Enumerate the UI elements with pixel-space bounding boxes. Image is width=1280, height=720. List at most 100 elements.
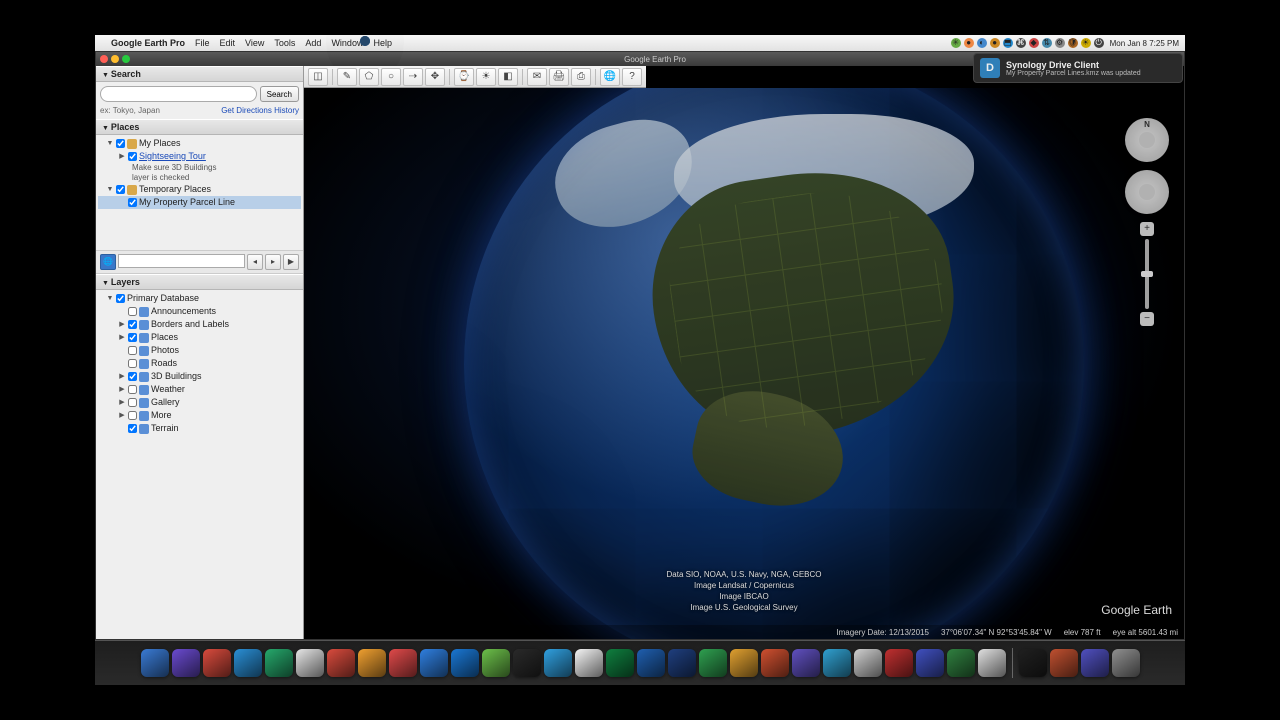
history-link[interactable]: History <box>274 106 299 115</box>
dock-app-5[interactable] <box>296 649 324 677</box>
tree-row[interactable]: ▼Primary Database <box>98 292 301 305</box>
tree-row[interactable]: My Property Parcel Line <box>98 196 301 209</box>
disclosure-icon[interactable]: ▼ <box>106 138 114 149</box>
places-prev-button[interactable]: ◂ <box>247 254 263 270</box>
toolbar-button-5[interactable]: ✥ <box>425 68 445 86</box>
dock-app-23[interactable] <box>854 649 882 677</box>
mac-dock[interactable] <box>95 640 1185 685</box>
toolbar-button-9[interactable]: ✉ <box>527 68 547 86</box>
disclosure-icon[interactable]: ▶ <box>118 319 126 330</box>
dock-app-3[interactable] <box>234 649 262 677</box>
zoom-thumb[interactable] <box>1141 271 1153 277</box>
toolbar-button-12[interactable]: 🌐 <box>600 68 620 86</box>
menu-view[interactable]: View <box>245 38 264 48</box>
tree-checkbox[interactable] <box>116 139 125 148</box>
dock-app-20[interactable] <box>761 649 789 677</box>
toolbar-button-4[interactable]: ⇢ <box>403 68 423 86</box>
menu-file[interactable]: File <box>195 38 210 48</box>
dock-app-8[interactable] <box>389 649 417 677</box>
zoom-slider[interactable] <box>1145 239 1149 309</box>
disclosure-icon[interactable]: ▶ <box>118 384 126 395</box>
dock-app-22[interactable] <box>823 649 851 677</box>
dock-app-24[interactable] <box>885 649 913 677</box>
tree-checkbox[interactable] <box>128 411 137 420</box>
tree-row[interactable]: ▶More <box>98 409 301 422</box>
dock-app-19[interactable] <box>730 649 758 677</box>
tree-checkbox[interactable] <box>128 320 137 329</box>
disclosure-icon[interactable]: ▶ <box>118 397 126 408</box>
dock-app-6[interactable] <box>327 649 355 677</box>
menubar-status-icons[interactable]: ✳●◐ ●⬒⌘ ◆⇅⚙ 🛡☀⏻ <box>951 38 1104 48</box>
tree-checkbox[interactable] <box>128 372 137 381</box>
dock-app-14[interactable] <box>575 649 603 677</box>
map-viewport[interactable]: ◫✎⬠○⇢✥⌚☀◧✉🖨⎙🌐? + <box>304 66 1184 639</box>
dock-app-7[interactable] <box>358 649 386 677</box>
tree-row[interactable]: ▶Borders and Labels <box>98 318 301 331</box>
toolbar-button-7[interactable]: ☀ <box>476 68 496 86</box>
dock-app-16[interactable] <box>637 649 665 677</box>
tree-row[interactable]: ▶Weather <box>98 383 301 396</box>
dock-app-4[interactable] <box>265 649 293 677</box>
dock-app-15[interactable] <box>606 649 634 677</box>
tree-checkbox[interactable] <box>128 152 137 161</box>
tree-checkbox[interactable] <box>128 346 137 355</box>
layers-tree[interactable]: ▼Primary DatabaseAnnouncements▶Borders a… <box>96 290 303 639</box>
tree-row[interactable]: Terrain <box>98 422 301 435</box>
menu-window[interactable]: Window <box>331 38 363 48</box>
layers-panel-header[interactable]: Layers <box>96 274 303 290</box>
minimize-icon[interactable] <box>111 55 119 63</box>
tree-row[interactable]: ▼My Places <box>98 137 301 150</box>
toolbar-button-2[interactable]: ⬠ <box>359 68 379 86</box>
menu-add[interactable]: Add <box>305 38 321 48</box>
dock-app-17[interactable] <box>668 649 696 677</box>
close-icon[interactable] <box>100 55 108 63</box>
tree-checkbox[interactable] <box>128 398 137 407</box>
search-input[interactable] <box>100 86 257 102</box>
tree-row[interactable]: Announcements <box>98 305 301 318</box>
toolbar-button-3[interactable]: ○ <box>381 68 401 86</box>
places-tree[interactable]: ▼My Places▶Sightseeing TourMake sure 3D … <box>96 135 303 250</box>
dock-app-28[interactable] <box>1019 649 1047 677</box>
toolbar-button-13[interactable]: ? <box>622 68 642 86</box>
tree-row[interactable]: ▶Gallery <box>98 396 301 409</box>
zoom-in-button[interactable]: + <box>1140 222 1154 236</box>
zoom-icon[interactable] <box>122 55 130 63</box>
toolbar-button-6[interactable]: ⌚ <box>454 68 474 86</box>
menubar-app-name[interactable]: Google Earth Pro <box>111 38 185 48</box>
menu-help[interactable]: Help <box>373 38 392 48</box>
places-next-button[interactable]: ▸ <box>265 254 281 270</box>
globe-canvas[interactable]: + − Data SIO, NOAA, U.S. Navy, NGA, GEBC… <box>304 88 1184 639</box>
dock-app-27[interactable] <box>978 649 1006 677</box>
dock-app-0[interactable] <box>141 649 169 677</box>
places-find-input[interactable] <box>118 254 245 268</box>
tree-checkbox[interactable] <box>128 333 137 342</box>
tree-checkbox[interactable] <box>128 359 137 368</box>
tree-checkbox[interactable] <box>128 385 137 394</box>
pan-control[interactable] <box>1125 170 1169 214</box>
dock-app-26[interactable] <box>947 649 975 677</box>
tree-row[interactable]: Photos <box>98 344 301 357</box>
globe[interactable] <box>464 88 1084 639</box>
menu-edit[interactable]: Edit <box>220 38 236 48</box>
tree-checkbox[interactable] <box>128 307 137 316</box>
compass-control[interactable] <box>1125 118 1169 162</box>
get-directions-link[interactable]: Get Directions <box>221 106 272 115</box>
window-traffic-lights[interactable] <box>100 55 130 63</box>
places-play-button[interactable]: ▶ <box>283 254 299 270</box>
notification-banner[interactable]: D Synology Drive Client My Property Parc… <box>973 53 1183 83</box>
dock-app-9[interactable] <box>420 649 448 677</box>
search-button[interactable]: Search <box>260 86 299 102</box>
dock-app-11[interactable] <box>482 649 510 677</box>
toolbar-button-1[interactable]: ✎ <box>337 68 357 86</box>
dock-app-21[interactable] <box>792 649 820 677</box>
menubar-clock[interactable]: Mon Jan 8 7:25 PM <box>1110 39 1179 48</box>
menu-tools[interactable]: Tools <box>274 38 295 48</box>
tree-checkbox[interactable] <box>116 185 125 194</box>
dock-app-30[interactable] <box>1081 649 1109 677</box>
search-panel-header[interactable]: Search <box>96 66 303 82</box>
toolbar-button-0[interactable]: ◫ <box>308 68 328 86</box>
toolbar-button-10[interactable]: 🖨 <box>549 68 569 86</box>
places-panel-header[interactable]: Places <box>96 119 303 135</box>
dock-app-2[interactable] <box>203 649 231 677</box>
zoom-control[interactable]: + − <box>1139 222 1155 326</box>
